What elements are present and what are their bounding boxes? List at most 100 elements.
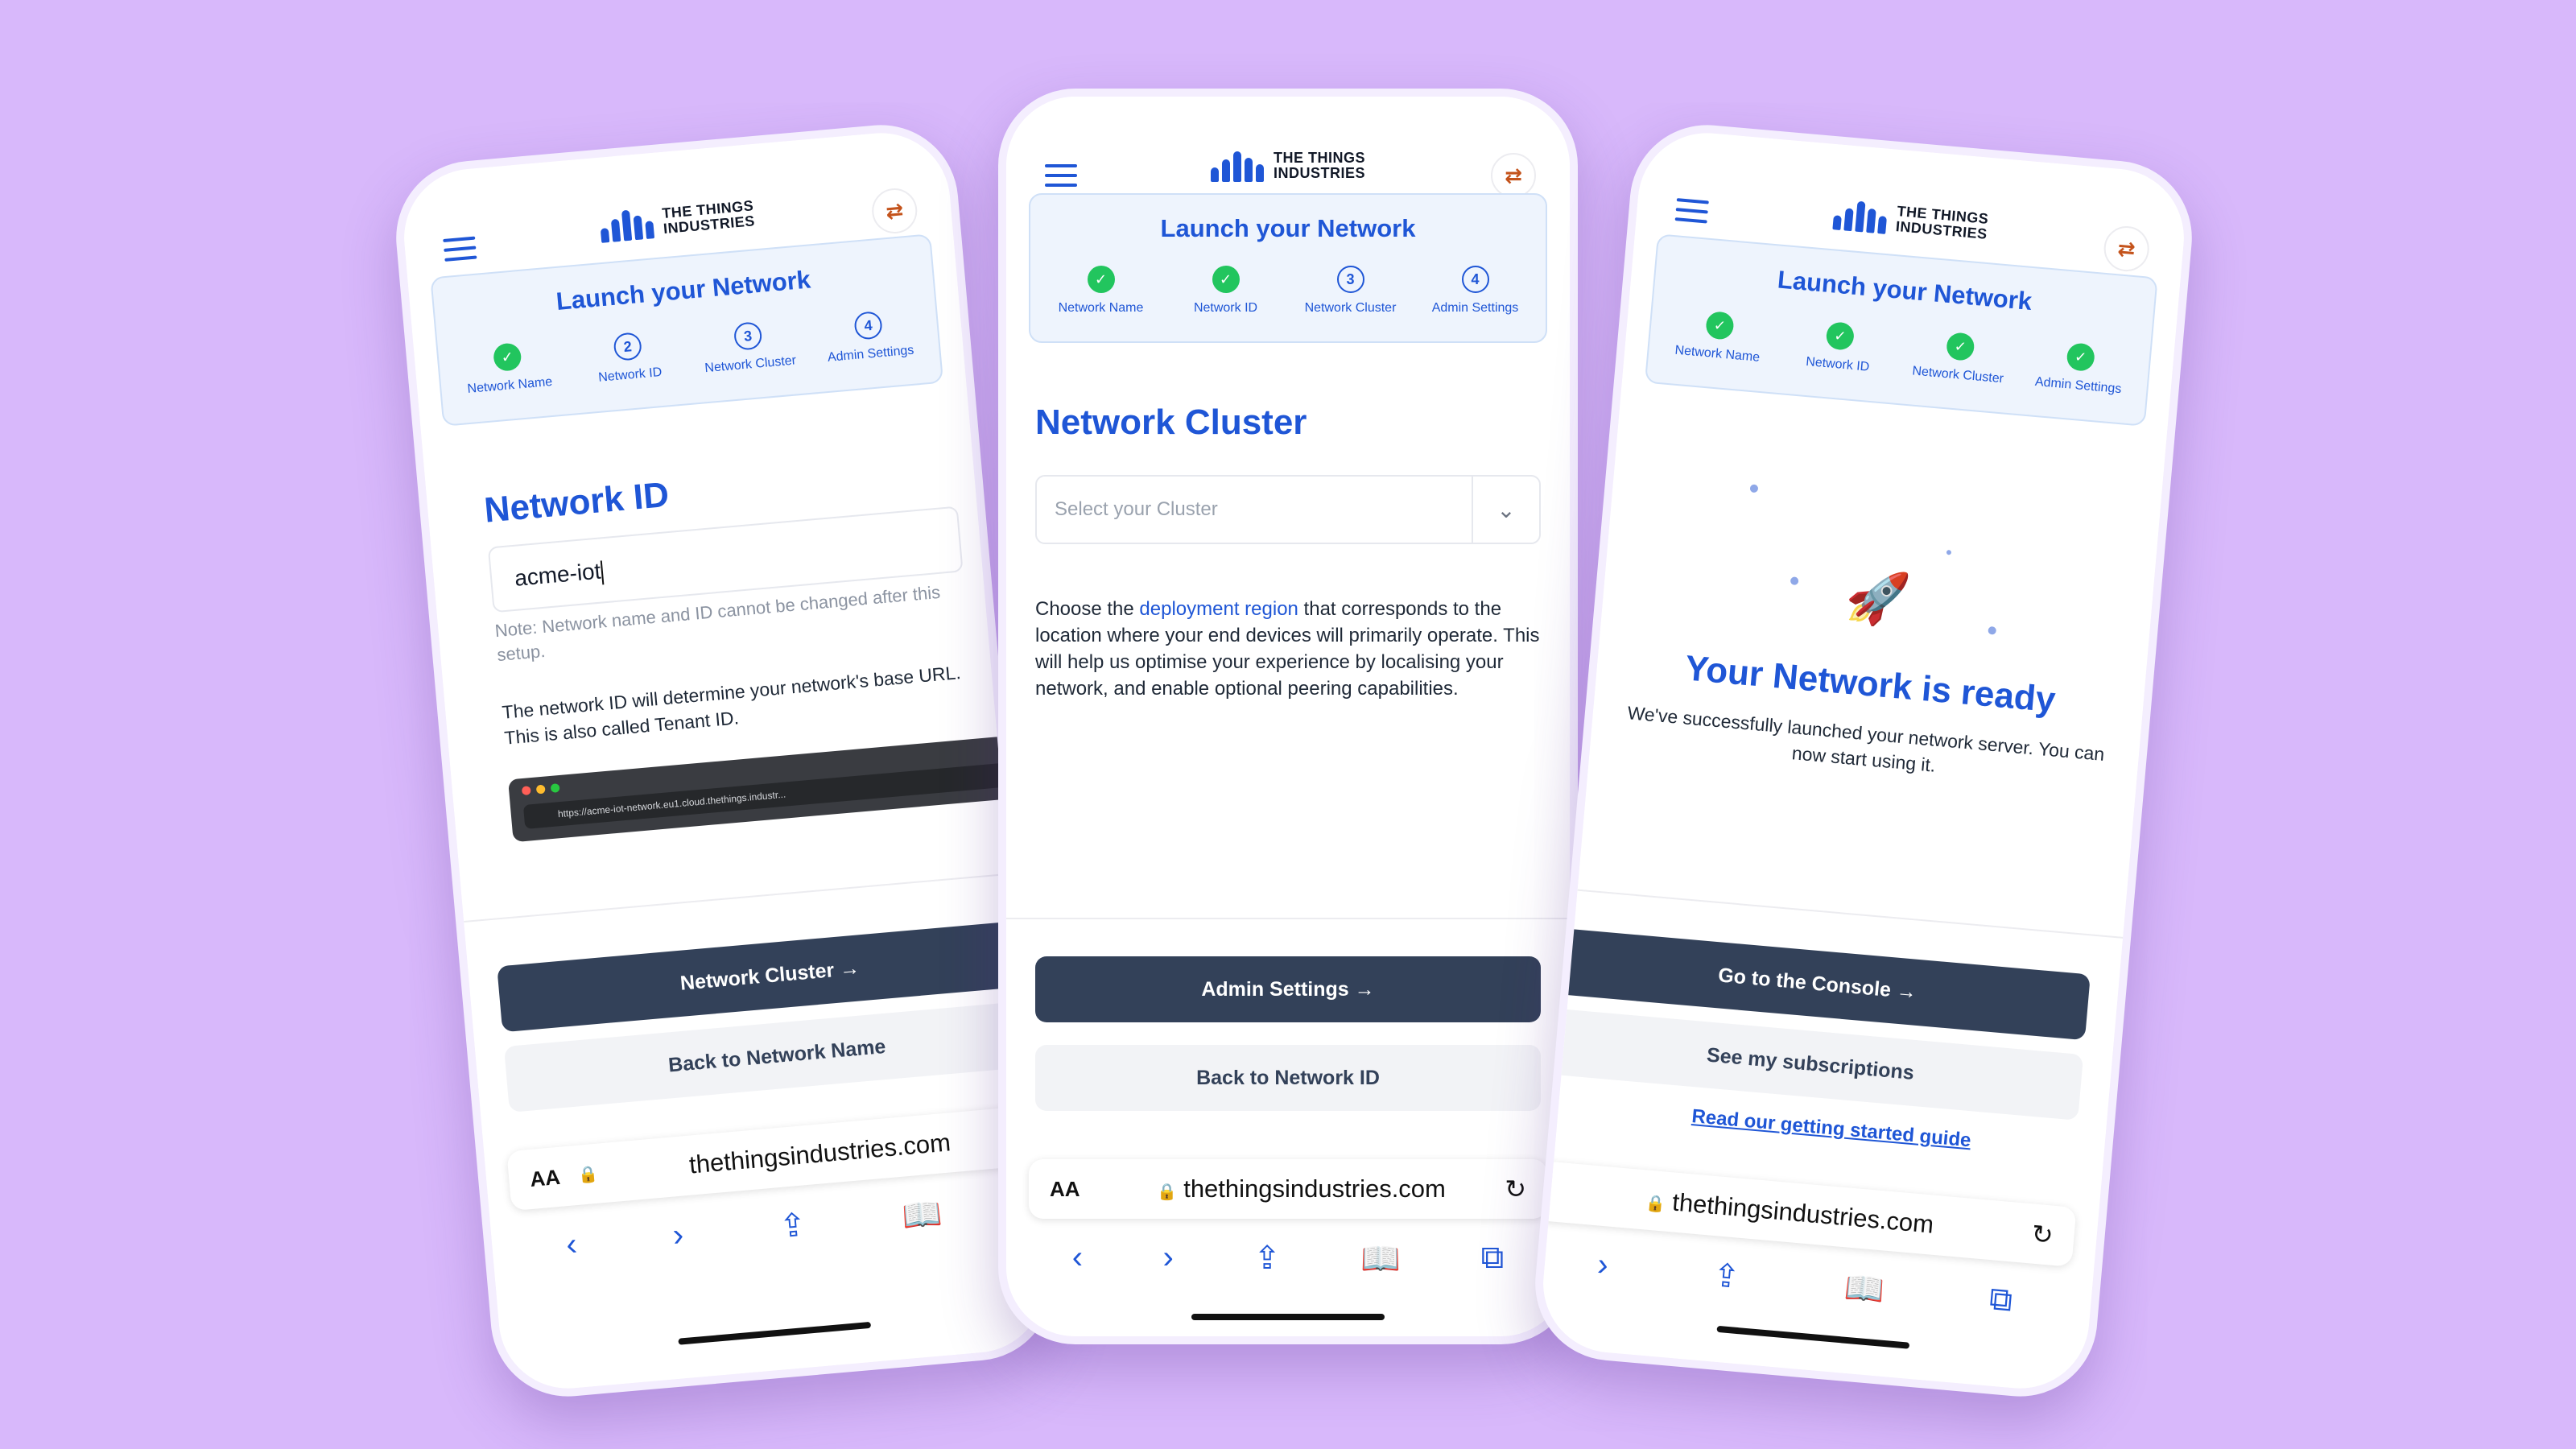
text-size-button[interactable]: AA	[529, 1162, 579, 1191]
step-label: Network ID	[1805, 354, 1870, 374]
sparkle-dot	[1988, 625, 1997, 635]
step-network-cluster: 3 Network Cluster	[1294, 266, 1407, 316]
sparkle-dot	[1790, 576, 1799, 586]
phone-network-ready: THE THINGS INDUSTRIES ⇄ Launch your Netwo…	[1529, 118, 2198, 1403]
step-network-name: ✓ Network Name	[1045, 266, 1158, 316]
step-label: Network Cluster	[1911, 364, 2004, 386]
wordmark-line2: INDUSTRIES	[1273, 165, 1366, 181]
step-admin-settings: ✓ Admin Settings	[2021, 339, 2138, 398]
input-value: acme-iot	[513, 558, 602, 591]
logo-bars-icon	[1832, 197, 1888, 234]
phone-network-id: THE THINGS INDUSTRIES ⇄ Launch your Netwo…	[390, 118, 1059, 1403]
forward-arrow-icon[interactable]: ›	[1163, 1240, 1174, 1278]
page-title: Network Cluster	[1035, 402, 1307, 442]
address-domain: thethingsindustries.com	[1671, 1187, 1935, 1239]
hamburger-menu-icon[interactable]	[1674, 198, 1709, 224]
home-indicator	[678, 1321, 872, 1345]
logo: THE THINGS INDUSTRIES	[1210, 150, 1366, 182]
step-network-id: ✓ Network ID	[1170, 266, 1282, 316]
step-number: 4	[1461, 266, 1489, 293]
step-network-id: 2 Network ID	[570, 328, 687, 387]
home-indicator	[1716, 1325, 1910, 1349]
step-admin-settings: 4 Admin Settings	[1419, 266, 1532, 316]
home-indicator	[1191, 1314, 1385, 1320]
tabs-icon[interactable]: ⧉	[1988, 1281, 2014, 1320]
step-label: Network Name	[466, 374, 553, 397]
text-size-button[interactable]: AA	[1050, 1177, 1098, 1202]
avatar[interactable]: ⇄	[1491, 153, 1536, 198]
back-to-network-id-button[interactable]: Back to Network ID	[1035, 1045, 1541, 1111]
check-icon: ✓	[492, 342, 522, 373]
logo-bars-icon	[1210, 150, 1264, 182]
step-label: Admin Settings	[827, 343, 914, 365]
launch-title: Launch your Network	[1160, 214, 1416, 242]
admin-settings-button[interactable]: Admin Settings →	[1035, 956, 1541, 1022]
address-domain: thethingsindustries.com	[687, 1128, 952, 1179]
hamburger-menu-icon[interactable]	[443, 236, 477, 262]
check-icon: ✓	[1825, 321, 1856, 351]
step-network-cluster: 3 Network Cluster	[691, 317, 807, 377]
address-domain: thethingsindustries.com	[1183, 1174, 1446, 1203]
reload-icon[interactable]: ↻	[2030, 1219, 2054, 1251]
step-label: Network Name	[1058, 301, 1144, 315]
select-placeholder: Select your Cluster	[1055, 498, 1218, 520]
step-number: 3	[1336, 266, 1364, 293]
forward-arrow-icon[interactable]: ›	[671, 1217, 685, 1256]
forward-arrow-icon[interactable]: ›	[1596, 1247, 1610, 1286]
rocket-icon: 🚀	[1843, 566, 1913, 630]
back-arrow-icon[interactable]: ‹	[565, 1226, 579, 1265]
step-label: Admin Settings	[1431, 301, 1519, 315]
logo: THE THINGS INDUSTRIES	[1832, 197, 1989, 243]
step-label: Network ID	[1193, 301, 1258, 315]
logo: THE THINGS INDUSTRIES	[599, 197, 756, 243]
avatar[interactable]: ⇄	[869, 186, 919, 236]
share-icon[interactable]: ⇪	[1711, 1257, 1741, 1297]
share-icon[interactable]: ⇪	[1253, 1240, 1281, 1278]
step-network-id: ✓ Network ID	[1781, 317, 1897, 377]
step-number: 4	[853, 310, 883, 341]
bookmarks-icon[interactable]: 📖	[1360, 1240, 1401, 1278]
chevron-down-icon[interactable]: ⌄	[1472, 477, 1539, 543]
cluster-description: Choose the deployment region that corres…	[1035, 596, 1541, 702]
wordmark-line1: THE THINGS	[1273, 150, 1366, 166]
logo-bars-icon	[599, 206, 655, 243]
lock-icon: 🔒	[577, 1165, 599, 1185]
hamburger-menu-icon[interactable]	[1045, 164, 1077, 187]
step-network-cluster: ✓ Network Cluster	[1901, 328, 2018, 387]
step-number: 3	[733, 321, 763, 351]
step-network-name: ✓ Network Name	[1661, 307, 1777, 366]
description-text: The network ID will determine your netwo…	[501, 662, 962, 749]
bookmarks-icon[interactable]: 📖	[901, 1195, 944, 1236]
deployment-region-link[interactable]: deployment region	[1139, 598, 1298, 620]
step-network-name: ✓ Network Name	[450, 339, 567, 398]
step-admin-settings: 4 Admin Settings	[811, 307, 927, 366]
url-preview-image: https://acme-iot-network.eu1.cloud.theth…	[508, 733, 1035, 843]
bookmarks-icon[interactable]: 📖	[1843, 1269, 1886, 1310]
check-icon: ✓	[1945, 332, 1975, 361]
step-label: Admin Settings	[2034, 374, 2122, 397]
step-label: Network Cluster	[1304, 301, 1397, 315]
step-label: Network Cluster	[704, 353, 797, 376]
lock-icon: 🔒	[1157, 1183, 1178, 1201]
page-title: Network ID	[482, 474, 671, 530]
phone-network-cluster: THE THINGS INDUSTRIES ⇄ Launch your Netwo…	[998, 89, 1578, 1344]
para-text: Choose the	[1035, 598, 1140, 620]
share-icon[interactable]: ⇪	[778, 1206, 807, 1246]
check-icon: ✓	[1705, 310, 1735, 341]
address-bar[interactable]: AA 🔒 thethingsindustries.com ↻	[1029, 1159, 1547, 1219]
launch-progress-panel: Launch your Network ✓ Network Name ✓ Netwo…	[1029, 193, 1547, 343]
tabs-icon[interactable]: ⧉	[1481, 1240, 1505, 1278]
lock-icon: 🔒	[1645, 1194, 1667, 1214]
sparkle-dot	[1946, 549, 1952, 555]
sparkle-dot	[1749, 484, 1759, 493]
step-label: Network Name	[1674, 343, 1761, 365]
avatar[interactable]: ⇄	[2102, 224, 2152, 274]
check-icon: ✓	[1212, 266, 1240, 293]
browser-toolbar: ‹ › ⇪ 📖 ⧉	[1032, 1240, 1544, 1278]
reload-icon[interactable]: ↻	[1505, 1174, 1526, 1204]
check-icon: ✓	[1087, 266, 1115, 293]
check-icon: ✓	[2066, 342, 2096, 373]
cluster-select[interactable]: Select your Cluster ⌄	[1035, 475, 1541, 544]
back-arrow-icon[interactable]: ‹	[1072, 1240, 1083, 1278]
step-label: Network ID	[597, 365, 663, 385]
